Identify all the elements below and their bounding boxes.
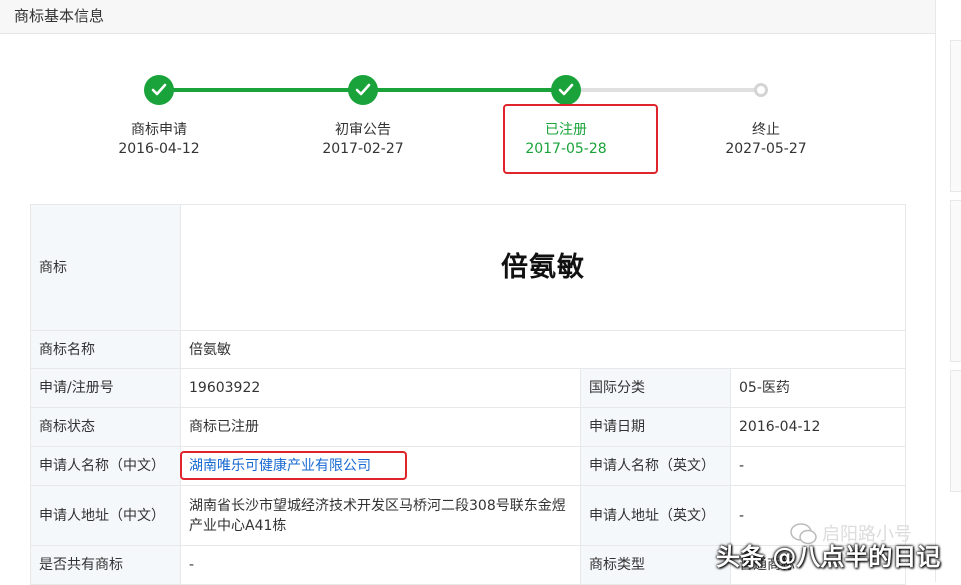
step-1-label: 商标申请 [131,122,187,138]
timeline-line-1 [159,88,363,92]
watermark-text: 头条 @八点半的日记 [716,543,941,571]
applicant-en-label: 申请人名称（英文） [580,446,731,486]
section-header: 商标基本信息 [0,0,935,34]
step-4-label: 终止 [752,122,780,138]
apply-date-label: 申请日期 [580,407,731,447]
step-4-pending-icon [754,83,768,97]
step-1-check-icon [144,75,174,105]
shared-label: 是否共有商标 [30,545,181,585]
name-value: 倍氨敏 [179,330,907,369]
status-value: 商标已注册 [180,407,581,447]
intl-class-label: 国际分类 [580,368,731,408]
step-4-date: 2027-05-27 [725,141,807,157]
status-timeline: 商标申请 2016-04-12 初审公告 2017-02-27 已注册 2017… [0,60,935,180]
type-label: 商标类型 [580,545,731,585]
applicant-cn-label: 申请人名称（中文） [30,446,181,486]
name-label: 商标名称 [30,330,181,369]
table-row: 申请/注册号 19603922 国际分类 05-医药 [30,368,907,408]
timeline-line-3 [566,88,761,92]
step-2-check-icon [348,75,378,105]
step-1-date: 2016-04-12 [118,141,200,157]
applicant-highlight-box [180,451,407,480]
step-3-check-icon [551,75,581,105]
table-row: 申请人名称（中文） 湖南唯乐可健康产业有限公司 申请人名称（英文） - [30,446,907,486]
table-row: 商标状态 商标已注册 申请日期 2016-04-12 [30,407,907,447]
section-title: 商标基本信息 [14,7,105,25]
applicant-en-value: - [729,446,907,486]
trademark-logo-text: 倍氨敏 [501,251,586,283]
table-row: 商标名称 倍氨敏 [30,330,907,369]
shared-value: - [180,545,581,585]
timeline-line-2 [363,88,566,92]
reg-no-label: 申请/注册号 [30,368,181,408]
address-cn-label: 申请人地址（中文） [30,485,181,546]
trademark-image: 倍氨敏 [179,204,907,331]
trademark-label: 商标 [30,204,181,331]
status-label: 商标状态 [30,407,181,447]
reg-no-value: 19603922 [180,368,581,408]
address-en-label: 申请人地址（英文） [580,485,731,546]
right-scroll-gutter [935,0,961,582]
trademark-info-table: 商标 倍氨敏 商标名称 倍氨敏 申请/注册号 19603922 国际分类 05-… [30,204,907,585]
intl-class-value: 05-医药 [729,368,907,408]
apply-date-value: 2016-04-12 [729,407,907,447]
address-cn-value: 湖南省长沙市望城经济技术开发区马桥河二段308号联东金煜产业中心A41栋 [180,485,581,546]
registered-highlight-box [503,104,658,174]
table-row: 商标 倍氨敏 [30,204,907,331]
step-2-label: 初审公告 [335,122,391,138]
step-2-date: 2017-02-27 [322,141,404,157]
